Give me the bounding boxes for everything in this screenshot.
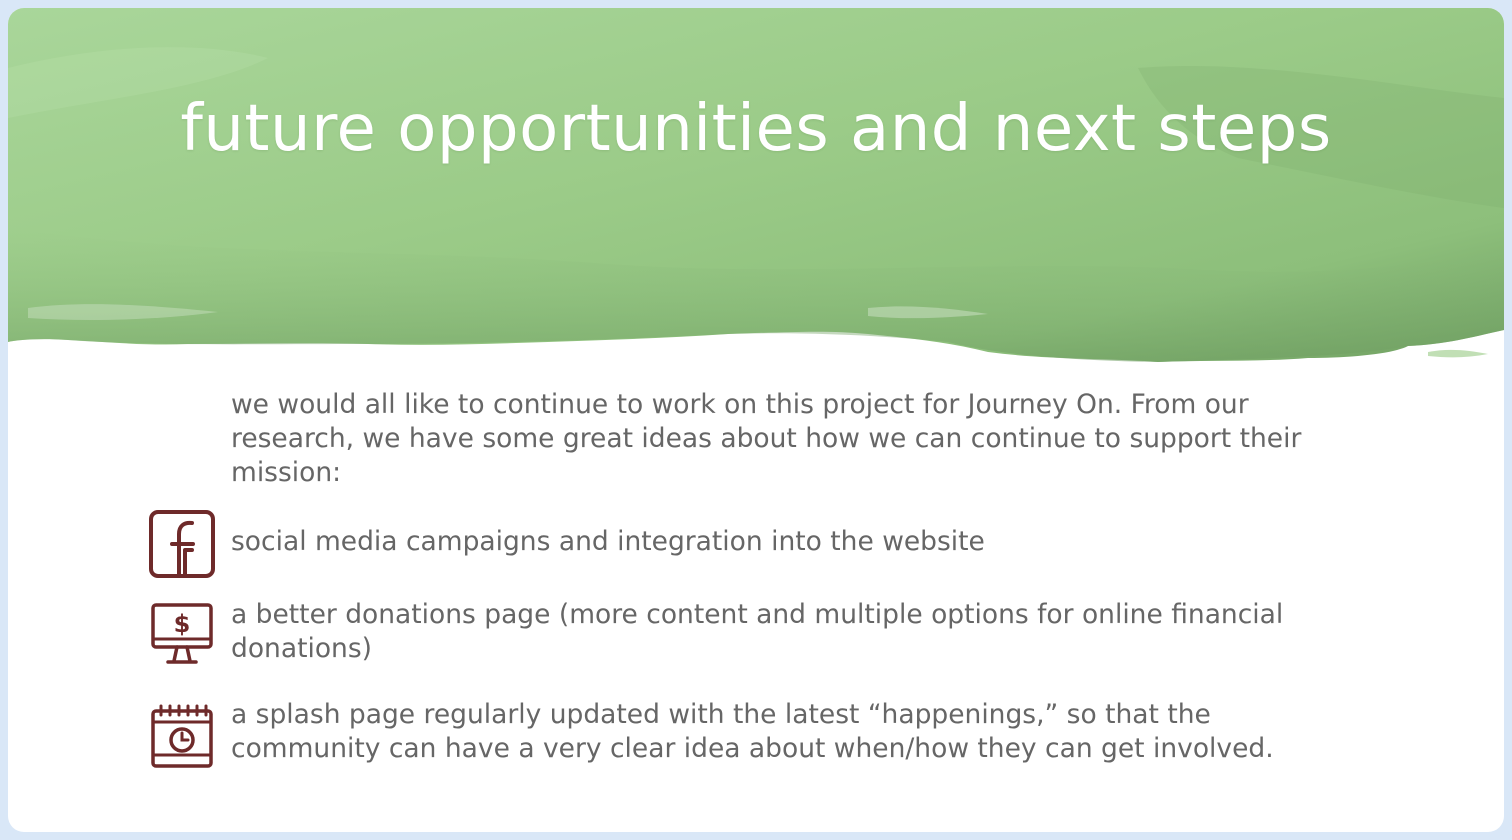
monitor-dollar-icon: $ bbox=[148, 598, 218, 668]
list-item-label: a better donations page (more content an… bbox=[231, 599, 1284, 664]
list-item-label: a splash page regularly updated with the… bbox=[231, 699, 1274, 764]
slide: future opportunities and next steps we w… bbox=[8, 8, 1504, 832]
calendar-clock-icon bbox=[148, 698, 218, 768]
facebook-icon bbox=[148, 509, 218, 579]
list-item-label: social media campaigns and integration i… bbox=[231, 526, 985, 557]
slide-body: we would all like to continue to work on… bbox=[8, 8, 1504, 832]
svg-text:$: $ bbox=[174, 610, 191, 638]
intro-paragraph: we would all like to continue to work on… bbox=[231, 389, 1302, 488]
